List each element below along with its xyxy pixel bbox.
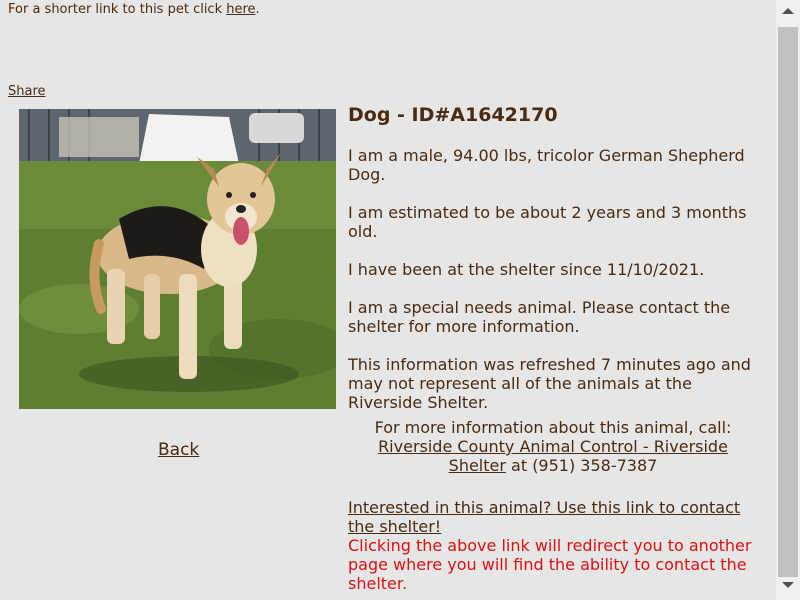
shelter-phone: at (951) 358-7387 bbox=[505, 456, 658, 475]
redirect-warning: Clicking the above link will redirect yo… bbox=[348, 536, 752, 593]
short-link-here-link[interactable]: here bbox=[226, 2, 255, 17]
scroll-thumb[interactable] bbox=[778, 27, 798, 577]
short-link-line: For a shorter link to this pet click her… bbox=[8, 2, 260, 17]
contact-info: For more information about this animal, … bbox=[348, 418, 758, 475]
refresh-notice: This information was refreshed 7 minutes… bbox=[348, 355, 751, 412]
scroll-down-icon[interactable] bbox=[782, 582, 794, 588]
pet-shelter-since: I have been at the shelter since 11/10/2… bbox=[348, 260, 705, 279]
pet-special-needs: I am a special needs animal. Please cont… bbox=[348, 298, 731, 336]
share-link[interactable]: Share bbox=[8, 84, 46, 99]
short-link-text: For a shorter link to this pet click bbox=[8, 2, 227, 17]
pet-photo bbox=[19, 109, 336, 409]
contact-shelter-link[interactable]: Interested in this animal? Use this link… bbox=[348, 498, 758, 536]
pet-detail-page: For a shorter link to this pet click her… bbox=[0, 0, 776, 600]
scroll-up-icon[interactable] bbox=[782, 8, 794, 14]
back-link[interactable]: Back bbox=[158, 440, 199, 460]
dog-photo-illustration bbox=[19, 109, 336, 409]
page-title: Dog - ID#A1642170 bbox=[348, 104, 558, 126]
call-intro: For more information about this animal, … bbox=[374, 418, 732, 437]
vertical-scrollbar[interactable] bbox=[776, 0, 800, 600]
short-link-suffix: . bbox=[255, 2, 260, 17]
pet-info-panel: Dog - ID#A1642170 I am a male, 94.00 lbs… bbox=[348, 103, 758, 600]
pet-age: I am estimated to be about 2 years and 3… bbox=[348, 203, 747, 241]
pet-description: I am a male, 94.00 lbs, tricolor German … bbox=[348, 146, 745, 184]
